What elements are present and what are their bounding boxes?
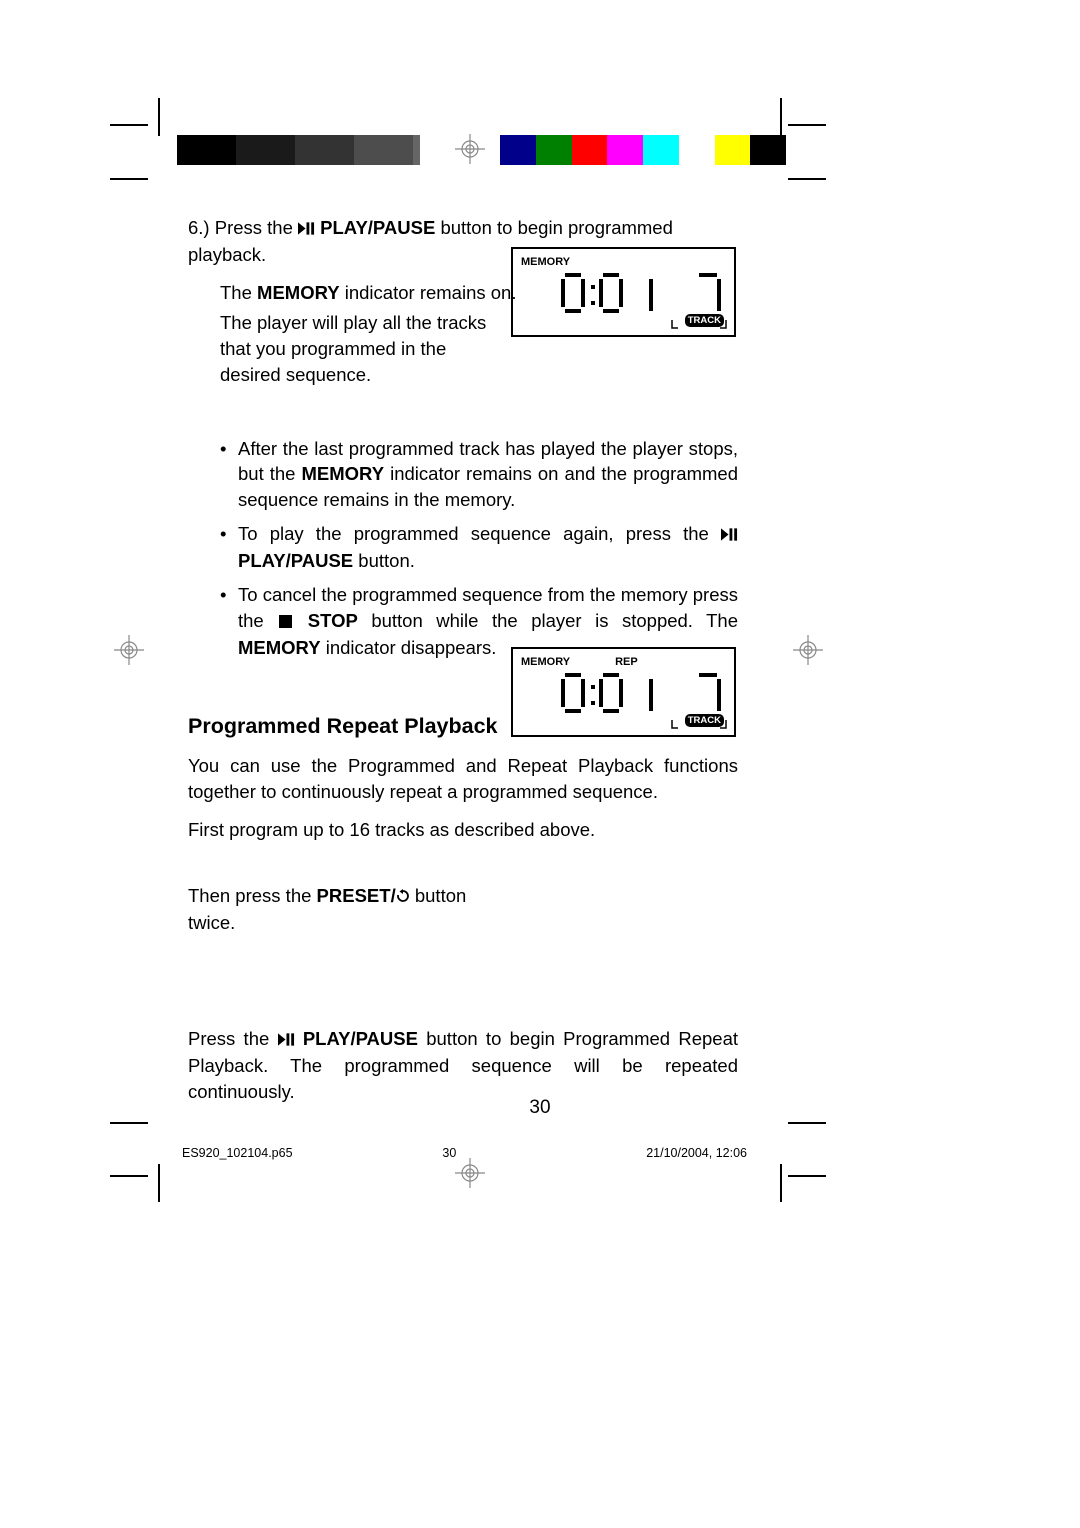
- fp-a: Press the: [188, 1028, 278, 1049]
- lcd-display-2: MEMORY REP TRACK: [511, 647, 736, 737]
- b1-memory: MEMORY: [302, 463, 385, 484]
- footer-metadata: ES920_102104.p65 30 21/10/2004, 12:06: [182, 1145, 747, 1163]
- lcd2-memory: MEMORY: [521, 655, 570, 670]
- lcd1-memory: MEMORY: [521, 255, 570, 270]
- section-para2: First program up to 16 tracks as describ…: [188, 817, 738, 843]
- play-pause-icon: [298, 216, 315, 242]
- footer-page: 30: [442, 1145, 496, 1163]
- stop-icon: [277, 609, 294, 635]
- play-pause-icon-3: [278, 1027, 295, 1053]
- fp-play: PLAY/PAUSE: [303, 1028, 418, 1049]
- registration-mark-left: [114, 635, 144, 665]
- preset-a: Then press the: [188, 885, 317, 906]
- step6-prefix: 6.) Press the: [188, 217, 298, 238]
- b3-memory: MEMORY: [238, 637, 321, 658]
- preset-line: Then press the PRESET/ button twice.: [188, 883, 498, 936]
- lcd2-rep: REP: [615, 655, 638, 670]
- registration-mark-bottom: [455, 1158, 485, 1188]
- play-pause-label: PLAY/PAUSE: [320, 217, 435, 238]
- lcd-display-1: MEMORY TRACK: [511, 247, 736, 337]
- footer-date: 21/10/2004, 12:06: [646, 1145, 747, 1163]
- b2-play: PLAY/PAUSE: [238, 550, 353, 571]
- bullet-1: • After the last programmed track has pl…: [220, 436, 738, 514]
- color-bars: [500, 135, 786, 165]
- registration-mark-top: [455, 134, 485, 164]
- b3b: button while the player is stopped. The: [358, 610, 738, 631]
- registration-mark-right: [793, 635, 823, 665]
- step6-line2a: The: [220, 282, 257, 303]
- b2a: To play the programmed sequence again, p…: [238, 523, 721, 544]
- step6-line2b: indicator remains on.: [340, 282, 517, 303]
- b2b: button.: [353, 550, 415, 571]
- step6-line3: The player will play all the tracks that…: [188, 310, 488, 388]
- footer-file: ES920_102104.p65: [182, 1145, 293, 1163]
- play-pause-icon-2: [721, 522, 738, 548]
- section-para1: You can use the Programmed and Repeat Pl…: [188, 753, 738, 805]
- bullet-2: • To play the programmed sequence again,…: [220, 521, 738, 574]
- repeat-icon: [396, 884, 410, 910]
- b3-stop: STOP: [308, 610, 358, 631]
- b3c: indicator disappears.: [321, 637, 497, 658]
- page-number: 30: [0, 1095, 1080, 1122]
- final-para: Press the PLAY/PAUSE button to begin Pro…: [188, 1026, 738, 1105]
- bullet-list: • After the last programmed track has pl…: [188, 436, 738, 661]
- page-content: 6.) Press the PLAY/PAUSE button to begin…: [188, 215, 738, 1116]
- preset-word: PRESET/: [317, 885, 396, 906]
- memory-word: MEMORY: [257, 282, 340, 303]
